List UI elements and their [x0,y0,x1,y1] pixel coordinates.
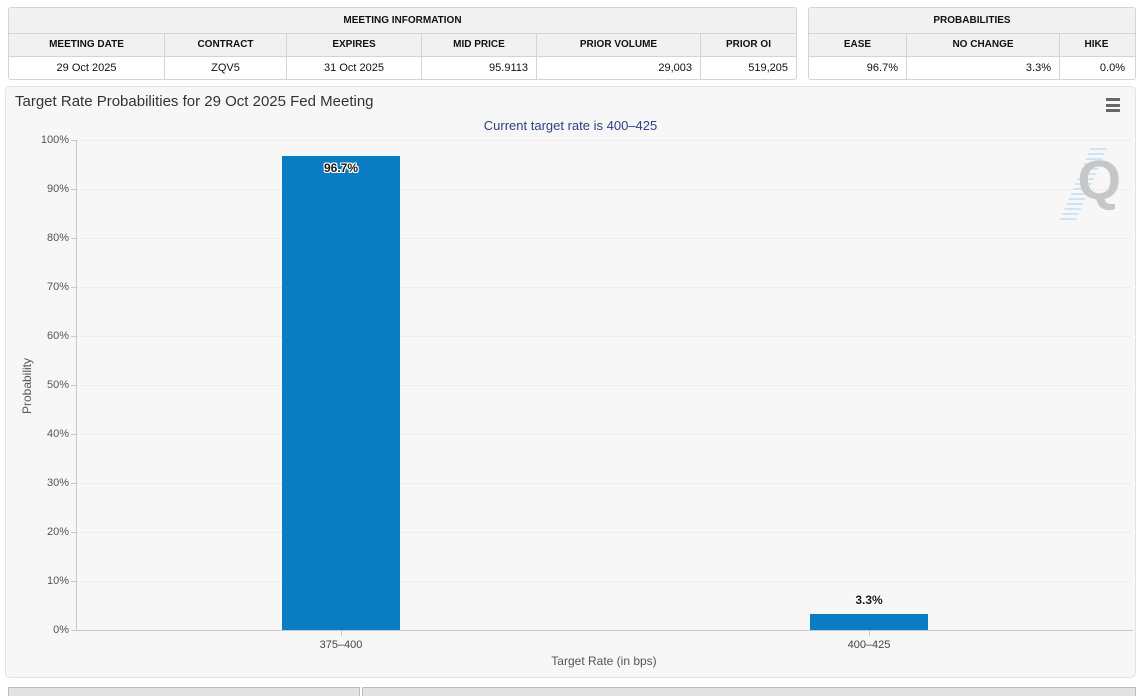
x-axis-tick [869,631,870,636]
probabilities-header-cell: HIKE [1059,34,1133,56]
y-gridline [77,189,1133,190]
y-gridline [77,483,1133,484]
y-axis-tick [71,434,76,435]
chart-title: Target Rate Probabilities for 29 Oct 202… [15,93,374,110]
bottom-panel-right [362,687,1136,696]
x-axis-title: Target Rate (in bps) [551,654,657,668]
plot-area: Q 0% 10% 20% 30% 40% 50% 60% 70% 80% 90% 100% 96.7%… [41,134,1133,651]
y-axis-label: 0% [53,624,69,636]
probabilities-table: PROBABILITIES EASE NO CHANGE HIKE 96.7% 3.3… [808,7,1136,80]
meeting-info-value-cell: 519,205 [700,57,796,79]
x-axis-category-label: 400–425 [847,639,891,651]
y-axis-tick [71,483,76,484]
y-axis-label: 80% [46,232,69,244]
y-axis-tick [71,385,76,386]
quikstrike-q-watermark: Q [1059,144,1121,226]
probabilities-value-cell: 96.7% [866,62,898,74]
meeting-information-header-row: MEETING DATE CONTRACT EXPIRES MID PRICE PRIO… [9,34,796,57]
probabilities-header-cell: NO CHANGE [906,34,1059,56]
y-axis-label: 100% [40,134,69,146]
y-gridline [77,385,1133,386]
bar-value-label: 96.7% [323,161,359,175]
y-axis-tick [71,630,76,631]
meeting-info-value-cell: 29 Oct 2025 [56,62,117,74]
probabilities-value-cell: 3.3% [906,57,1059,79]
meeting-info-header-cell: CONTRACT [164,34,286,56]
y-gridline [77,532,1133,533]
meeting-info-header-cell: MEETING DATE [49,39,124,50]
y-axis-tick [71,140,76,141]
probability-bar [282,156,400,630]
probabilities-header-row: EASE NO CHANGE HIKE [809,34,1135,57]
y-gridline [77,287,1133,288]
meeting-info-header-cell: MID PRICE [421,34,536,56]
y-axis-tick [71,287,76,288]
meeting-information-title: MEETING INFORMATION [9,8,796,34]
probabilities-value-cell: 0.0% [1059,57,1133,79]
probabilities-header-cell: EASE [843,39,872,50]
meeting-info-value-cell: 95.9113 [421,57,536,79]
probabilities-data-row: 96.7% 3.3% 0.0% [809,57,1135,79]
y-gridline [77,140,1133,141]
meeting-info-header-cell: EXPIRES [286,34,421,56]
y-axis-label: 70% [46,281,69,293]
meeting-info-value-cell: 31 Oct 2025 [286,57,421,79]
y-axis-label: 10% [46,575,69,587]
y-axis-label: 40% [46,428,69,440]
y-axis-tick [71,532,76,533]
y-gridline [77,336,1133,337]
watermark-letter: Q [1077,148,1121,211]
probability-bar [810,614,928,630]
chart-subtitle: Current target rate is 400–425 [483,118,658,133]
meeting-info-header-cell: PRIOR VOLUME [536,34,700,56]
meeting-information-table: MEETING INFORMATION MEETING DATE CONTRACT… [8,7,797,80]
y-axis-tick [71,189,76,190]
x-axis-tick [341,631,342,636]
fedwatch-tool-page: MEETING INFORMATION MEETING DATE CONTRACT… [0,0,1142,696]
meeting-info-header-cell: PRIOR OI [700,34,796,56]
y-axis-label: 30% [46,477,69,489]
x-axis-category-label: 375–400 [319,639,363,651]
y-axis-label: 20% [46,526,69,538]
bottom-panel-left [8,687,360,696]
bar-value-label: 3.3% [855,593,883,607]
y-axis-tick [71,336,76,337]
y-axis-tick [71,238,76,239]
hamburger-menu-icon[interactable] [1103,97,1123,113]
y-gridline [77,434,1133,435]
y-axis-label: 50% [46,379,69,391]
y-gridline [77,581,1133,582]
chart-container: Target Rate Probabilities for 29 Oct 202… [5,86,1136,678]
meeting-information-data-row: 29 Oct 2025 ZQV5 31 Oct 2025 95.9113 29,003 5… [9,57,796,79]
y-axis-tick [71,581,76,582]
y-gridline [77,238,1133,239]
y-axis-label: 90% [46,183,69,195]
probabilities-title: PROBABILITIES [809,8,1135,34]
meeting-info-value-cell: 29,003 [536,57,700,79]
y-axis-label: 60% [46,330,69,342]
meeting-info-value-cell: ZQV5 [164,57,286,79]
